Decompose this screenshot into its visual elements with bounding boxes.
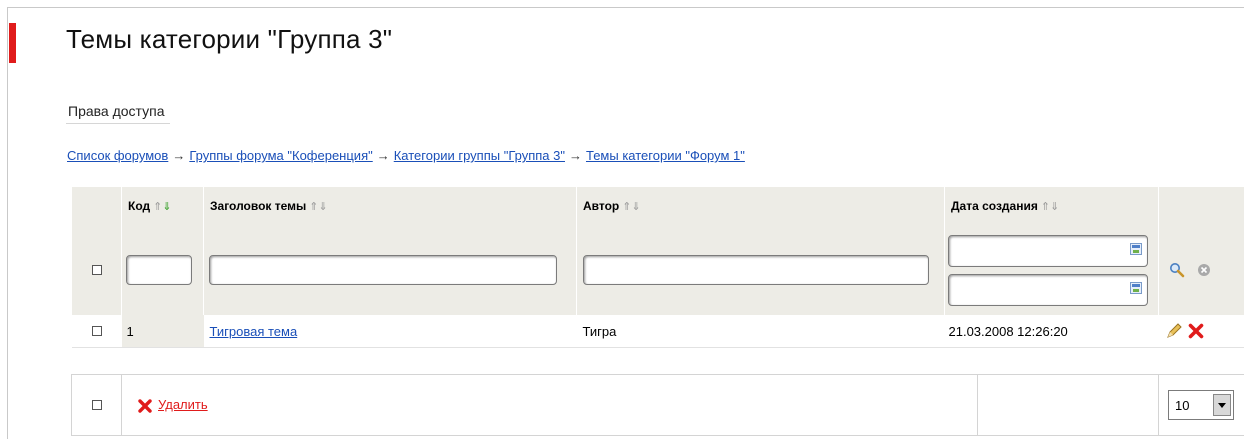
search-icon[interactable] — [1169, 262, 1185, 278]
access-rights-tab[interactable]: Права доступа — [66, 103, 171, 124]
clear-filter-icon[interactable] — [1197, 263, 1211, 277]
row-title-cell: Тигровая тема — [203, 315, 577, 348]
column-label-created: Дата создания — [951, 199, 1038, 213]
row-code: 1 — [121, 315, 204, 348]
row-select-cell — [71, 315, 122, 348]
column-header-created[interactable]: Дата создания ⇑⇓ — [944, 187, 1159, 225]
breadcrumb-category-topics[interactable]: Темы категории "Форум 1" — [586, 148, 745, 163]
breadcrumb-group-categories[interactable]: Категории группы "Группа 3" — [394, 148, 565, 163]
footer-actions-cell: Удалить — [121, 374, 978, 436]
filter-date-to-input[interactable] — [948, 273, 1148, 306]
table-header-row: Код ⇑⇓ Заголовок темы ⇑⇓ Автор ⇑⇓ Дата созд… — [71, 187, 1244, 225]
filter-author-input[interactable] — [583, 255, 929, 285]
column-header-code[interactable]: Код ⇑⇓ — [121, 187, 204, 225]
select-all-checkbox[interactable] — [91, 264, 102, 275]
row-checkbox[interactable] — [91, 325, 102, 336]
breadcrumb-separator: → — [568, 148, 582, 163]
sort-desc-icon[interactable]: ⇓ — [1050, 201, 1059, 213]
column-label-code: Код — [128, 199, 151, 213]
delete-selected-link[interactable]: Удалить — [158, 397, 208, 412]
title-accent-bar — [9, 23, 16, 63]
footer-select-cell — [71, 374, 122, 436]
calendar-icon[interactable] — [1130, 242, 1142, 255]
column-header-title[interactable]: Заголовок темы ⇑⇓ — [203, 187, 577, 225]
row-created: 21.03.2008 12:26:20 — [944, 315, 1159, 348]
delete-icon[interactable] — [1188, 323, 1204, 339]
actions-column-header — [1158, 187, 1244, 225]
filter-title-input[interactable] — [209, 255, 557, 285]
dropdown-arrow-icon[interactable] — [1213, 394, 1231, 416]
breadcrumb-forum-groups[interactable]: Группы форума "Коференция" — [189, 148, 372, 163]
calendar-icon[interactable] — [1130, 281, 1142, 294]
breadcrumb-separator: → — [172, 148, 186, 163]
row-title-link[interactable]: Тигровая тема — [210, 324, 298, 339]
page-size-select[interactable]: 10 — [1168, 390, 1234, 420]
filter-actions-cell — [1158, 225, 1244, 315]
filter-date-cell — [944, 225, 1159, 315]
date-to-field[interactable] — [948, 273, 1148, 306]
page-size-cell: 10 — [1158, 374, 1244, 436]
sort-desc-icon[interactable]: ⇓ — [318, 201, 327, 213]
page-size-value: 10 — [1175, 398, 1190, 413]
breadcrumb-forums-list[interactable]: Список форумов — [67, 148, 168, 163]
filter-title-cell — [203, 225, 577, 315]
date-from-field[interactable] — [948, 234, 1148, 267]
column-label-title: Заголовок темы — [210, 199, 307, 213]
frame-border-top — [7, 7, 1244, 8]
filter-author-cell — [576, 225, 945, 315]
select-column-header — [71, 187, 122, 225]
sort-asc-icon[interactable]: ⇑ — [153, 201, 162, 213]
footer-checkbox[interactable] — [91, 399, 102, 410]
delete-icon[interactable] — [138, 399, 152, 413]
sort-desc-icon[interactable]: ⇓ — [631, 201, 640, 213]
breadcrumb-separator: → — [376, 148, 390, 163]
footer-spacer-cell — [977, 374, 1159, 436]
filter-code-cell — [121, 225, 204, 315]
sort-desc-icon[interactable]: ⇓ — [162, 201, 171, 213]
column-header-author[interactable]: Автор ⇑⇓ — [576, 187, 945, 225]
filter-row — [71, 225, 1244, 315]
table-footer: Удалить 10 — [71, 374, 1244, 436]
sort-asc-icon[interactable]: ⇑ — [1041, 201, 1050, 213]
column-label-author: Автор — [583, 199, 620, 213]
filter-code-input[interactable] — [126, 255, 192, 285]
breadcrumb: Список форумов → Группы форума "Коференция… — [67, 148, 745, 163]
page-title: Темы категории "Группа 3" — [66, 24, 393, 54]
edit-icon[interactable] — [1165, 322, 1183, 340]
row-author: Тигра — [576, 315, 945, 348]
table-row: 1 Тигровая тема Тигра 21.03.2008 12:26:2… — [71, 315, 1244, 348]
filter-select-cell — [71, 225, 122, 315]
frame-border-left — [7, 7, 8, 439]
topics-table: Код ⇑⇓ Заголовок темы ⇑⇓ Автор ⇑⇓ Дата созд… — [71, 187, 1244, 348]
row-actions-cell — [1158, 315, 1244, 348]
filter-date-from-input[interactable] — [948, 234, 1148, 267]
